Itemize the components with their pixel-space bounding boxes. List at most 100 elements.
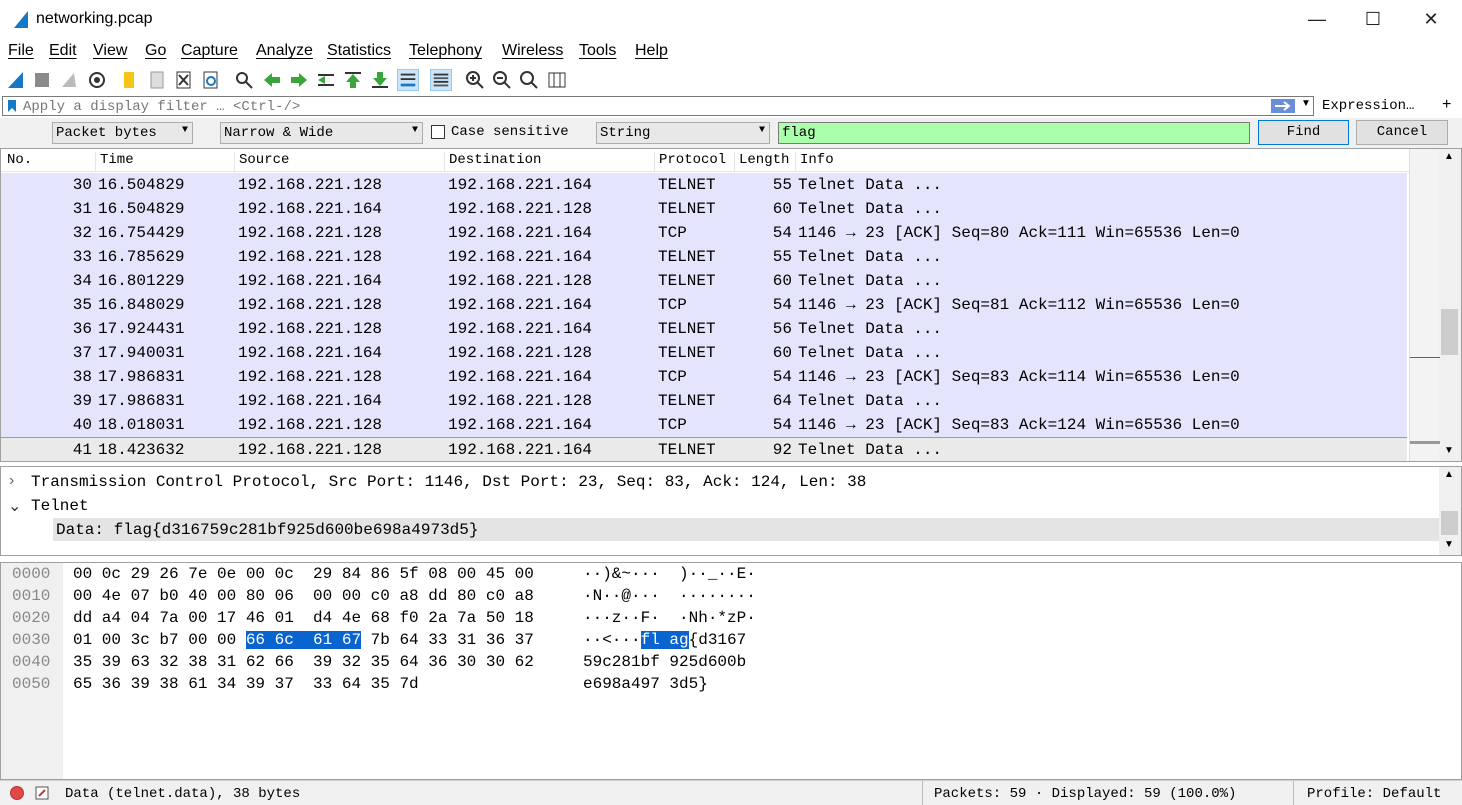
scroll-down-icon[interactable]: ▼: [1444, 539, 1454, 550]
menu-go[interactable]: Go: [145, 42, 166, 60]
reload-icon[interactable]: [200, 69, 222, 91]
menu-statistics[interactable]: Statistics: [327, 42, 391, 60]
column-source[interactable]: Source: [234, 152, 289, 172]
ascii-bytes[interactable]: e698a497 3d5}: [583, 675, 708, 693]
ascii-bytes[interactable]: ·N··@··· ········: [583, 587, 756, 605]
menu-view[interactable]: View: [93, 42, 127, 60]
first-packet-icon[interactable]: [342, 69, 364, 91]
minimize-button[interactable]: —: [1288, 0, 1346, 38]
capture-options-icon[interactable]: [86, 69, 108, 91]
packet-row[interactable]: 34 16.801229 192.168.221.164 192.168.221.12…: [1, 269, 1407, 293]
packet-row[interactable]: 39 17.986831 192.168.221.164 192.168.221.12…: [1, 389, 1407, 413]
profile-status[interactable]: Profile: Default: [1307, 786, 1441, 802]
bytes-row[interactable]: 0000 00 0c 29 26 7e 0e 00 0c 29 84 86 5f …: [1, 565, 801, 587]
column-no[interactable]: No.: [3, 152, 32, 172]
hex-bytes[interactable]: 00 4e 07 b0 40 00 80 06 00 00 c0 a8 dd 8…: [73, 587, 534, 605]
ascii-bytes[interactable]: ···z··F· ·Nh·*zP·: [583, 609, 756, 627]
scroll-down-icon[interactable]: ▼: [1444, 445, 1454, 456]
filter-history-dropdown-icon[interactable]: ▼: [1301, 98, 1311, 109]
packet-row[interactable]: 35 16.848029 192.168.221.128 192.168.221.16…: [1, 293, 1407, 317]
packet-row[interactable]: 32 16.754429 192.168.221.128 192.168.221.16…: [1, 221, 1407, 245]
case-sensitive-checkbox[interactable]: [431, 125, 445, 139]
charset-select[interactable]: Narrow & Wide ▼: [220, 122, 423, 144]
back-icon[interactable]: [261, 69, 283, 91]
restart-icon[interactable]: [58, 69, 80, 91]
last-packet-icon[interactable]: [369, 69, 391, 91]
close-button[interactable]: ✕: [1402, 0, 1460, 38]
scrollbar-thumb[interactable]: [1441, 511, 1458, 535]
bytes-row[interactable]: 0020 dd a4 04 7a 00 17 46 01 d4 4e 68 f0 …: [1, 609, 801, 631]
menu-analyze[interactable]: Analyze: [256, 42, 313, 60]
go-to-packet-icon[interactable]: [315, 69, 337, 91]
hex-bytes[interactable]: 01 00 3c b7 00 00 66 6c 61 67 7b 64 33 3…: [73, 631, 534, 649]
menu-edit[interactable]: Edit: [49, 42, 77, 60]
packet-row[interactable]: 30 16.504829 192.168.221.128 192.168.221.16…: [1, 173, 1407, 197]
hex-bytes[interactable]: dd a4 04 7a 00 17 46 01 d4 4e 68 f0 2a 7…: [73, 609, 534, 627]
apply-filter-arrow-icon[interactable]: [1271, 99, 1295, 113]
hex-bytes[interactable]: 65 36 39 38 61 34 39 37 33 64 35 7d: [73, 675, 419, 693]
zoom-out-icon[interactable]: [491, 69, 513, 91]
menu-tools[interactable]: Tools: [579, 42, 616, 60]
bytes-row[interactable]: 0010 00 4e 07 b0 40 00 80 06 00 00 c0 a8 …: [1, 587, 801, 609]
scroll-up-icon[interactable]: ▲: [1444, 469, 1454, 480]
menu-help[interactable]: Help: [635, 42, 668, 60]
find-input[interactable]: flag: [778, 122, 1250, 144]
ascii-bytes[interactable]: ··)&~··· )··_··E·: [583, 565, 756, 583]
open-file-icon[interactable]: [118, 69, 140, 91]
packet-row[interactable]: 31 16.504829 192.168.221.164 192.168.221.12…: [1, 197, 1407, 221]
menu-wireless[interactable]: Wireless: [502, 42, 563, 60]
column-destination[interactable]: Destination: [444, 152, 541, 172]
find-icon[interactable]: [233, 69, 255, 91]
column-length[interactable]: Length: [734, 152, 789, 172]
zoom-normal-icon[interactable]: [518, 69, 540, 91]
shark-fin-start-icon[interactable]: [5, 69, 27, 91]
search-in-select[interactable]: Packet bytes ▼: [52, 122, 193, 144]
hex-bytes[interactable]: 35 39 63 32 38 31 62 66 39 32 35 64 36 3…: [73, 653, 534, 671]
packet-list-scrollbar[interactable]: ▲ ▼: [1439, 149, 1461, 461]
forward-icon[interactable]: [288, 69, 310, 91]
cancel-button[interactable]: Cancel: [1356, 120, 1448, 145]
ascii-bytes[interactable]: ··<···fl ag{d3167: [583, 631, 746, 649]
menu-file[interactable]: File: [8, 42, 34, 60]
packet-row[interactable]: 36 17.924431 192.168.221.128 192.168.221.16…: [1, 317, 1407, 341]
packet-row[interactable]: 33 16.785629 192.168.221.128 192.168.221.16…: [1, 245, 1407, 269]
scrollbar-thumb[interactable]: [1441, 309, 1458, 355]
zoom-in-icon[interactable]: [464, 69, 486, 91]
expand-tcp-icon[interactable]: ›: [9, 472, 14, 490]
search-type-select[interactable]: String ▼: [596, 122, 770, 144]
packet-row[interactable]: 38 17.986831 192.168.221.128 192.168.221.16…: [1, 365, 1407, 389]
column-time[interactable]: Time: [95, 152, 134, 172]
display-filter-input[interactable]: Apply a display filter … <Ctrl-/> ▼: [2, 96, 1314, 116]
close-file-icon[interactable]: [173, 69, 195, 91]
tcp-detail-line[interactable]: Transmission Control Protocol, Src Port:…: [31, 473, 866, 491]
details-scrollbar[interactable]: ▲ ▼: [1439, 467, 1461, 555]
scroll-up-icon[interactable]: ▲: [1444, 151, 1454, 162]
resize-columns-icon[interactable]: [546, 69, 568, 91]
bookmark-icon[interactable]: [7, 99, 17, 113]
save-file-icon[interactable]: [146, 69, 168, 91]
collapse-telnet-icon[interactable]: ⌄: [8, 496, 21, 516]
ascii-bytes[interactable]: 59c281bf 925d600b: [583, 653, 746, 671]
packet-row[interactable]: 37 17.940031 192.168.221.164 192.168.221.12…: [1, 341, 1407, 365]
stop-icon[interactable]: [31, 69, 53, 91]
telnet-detail-line[interactable]: Telnet: [31, 497, 89, 515]
packet-minimap[interactable]: [1409, 149, 1440, 461]
add-filter-button[interactable]: +: [1442, 96, 1451, 114]
hex-bytes[interactable]: 00 0c 29 26 7e 0e 00 0c 29 84 86 5f 08 0…: [73, 565, 534, 583]
menu-telephony[interactable]: Telephony: [409, 42, 482, 60]
column-protocol[interactable]: Protocol: [654, 152, 726, 172]
packet-row[interactable]: 40 18.018031 192.168.221.128 192.168.221.16…: [1, 413, 1407, 437]
expert-info-icon[interactable]: [10, 786, 24, 800]
bytes-row[interactable]: 0050 65 36 39 38 61 34 39 37 33 64 35 7d e…: [1, 675, 801, 697]
expression-button[interactable]: Expression…: [1322, 98, 1414, 114]
column-info[interactable]: Info: [795, 152, 834, 172]
edit-comment-icon[interactable]: [34, 785, 50, 801]
maximize-button[interactable]: ☐: [1344, 0, 1402, 38]
bytes-row[interactable]: 0040 35 39 63 32 38 31 62 66 39 32 35 64 …: [1, 653, 801, 675]
data-detail-line[interactable]: Data: flag{d316759c281bf925d600be698a497…: [56, 521, 478, 539]
selected-packet-row[interactable]: 41 18.423632 192.168.221.128 192.168.221.16…: [1, 437, 1407, 461]
menu-capture[interactable]: Capture: [181, 42, 238, 60]
find-button[interactable]: Find: [1258, 120, 1349, 145]
colorize-icon[interactable]: [430, 69, 452, 91]
bytes-row[interactable]: 0030 01 00 3c b7 00 00 66 6c 61 67 7b 64 …: [1, 631, 801, 653]
